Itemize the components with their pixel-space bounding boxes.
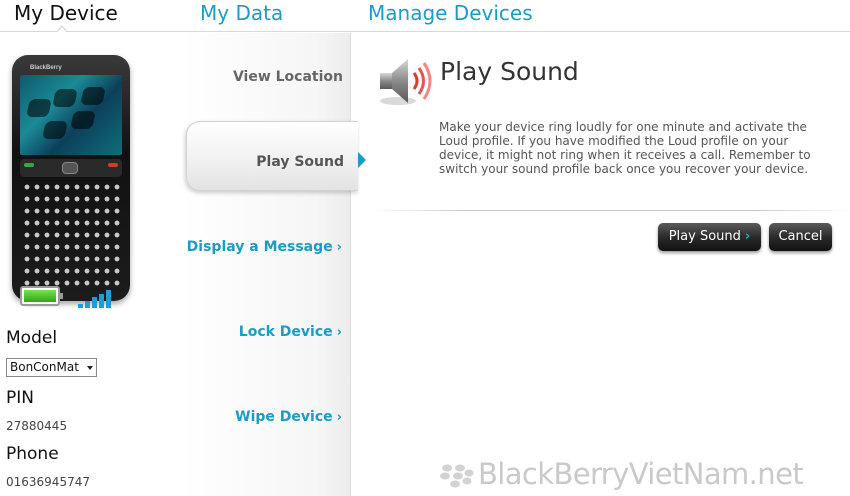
model-select-value: BonConMat (10, 360, 79, 374)
menu-display-message[interactable]: Display a Message › (187, 239, 342, 255)
keyboard (22, 181, 120, 289)
blackberry-logo-icon (440, 464, 474, 488)
play-sound-button-label: Play Sound (668, 229, 741, 244)
cancel-button[interactable]: Cancel (769, 223, 832, 251)
model-select[interactable]: BonConMat (6, 358, 97, 377)
active-tab-indicator (56, 25, 68, 33)
menu-view-location[interactable]: View Location (233, 69, 343, 85)
chevron-right-icon: › (744, 229, 751, 244)
page-title: Play Sound (440, 57, 579, 86)
device-screen (20, 75, 122, 155)
speaker-icon (380, 59, 432, 105)
signal-bar (106, 290, 111, 308)
signal-bar (78, 304, 83, 308)
menu-play-sound-label: Play Sound (256, 154, 344, 170)
model-label: Model (6, 328, 58, 348)
device-image: BlackBerry (12, 55, 130, 301)
signal-bar (92, 297, 97, 308)
menu-lock-device-label: Lock Device (238, 324, 333, 340)
tab-manage-devices[interactable]: Manage Devices (368, 0, 533, 26)
menu-play-sound[interactable]: Play Sound (186, 121, 366, 191)
menu-wipe-device[interactable]: Wipe Device › (235, 409, 342, 425)
pin-value: 27880445 (6, 419, 68, 433)
signal-bar (85, 300, 90, 308)
signal-bar (99, 293, 104, 308)
menu-view-location-label: View Location (232, 69, 343, 85)
tab-my-data[interactable]: My Data (200, 0, 283, 26)
chevron-down-icon (87, 366, 93, 370)
cancel-button-label: Cancel (778, 229, 823, 244)
signal-icon (78, 288, 118, 308)
blackberry-wordmark: BlackBerry (30, 65, 62, 71)
trackpad (62, 162, 78, 174)
tab-my-device[interactable]: My Device (14, 0, 118, 26)
phone-value: 01636945747 (6, 475, 90, 489)
play-sound-panel: Play Sound Make your device ring loudly … (352, 33, 850, 496)
play-sound-description: Make your device ring loudly for one min… (439, 120, 811, 176)
play-sound-button[interactable]: Play Sound › (658, 223, 761, 251)
chevron-right-icon: › (336, 240, 342, 255)
menu-wipe-device-label: Wipe Device (235, 409, 333, 425)
menu-display-message-label: Display a Message (186, 239, 333, 255)
device-panel: BlackBerry Model BonConMat PIN 27880445 … (0, 33, 180, 496)
pin-label: PIN (6, 388, 34, 408)
watermark: BlackBerryVietNam.net (478, 457, 804, 491)
top-navigation: My Device My Data Manage Devices (0, 0, 850, 33)
battery-icon (20, 286, 63, 306)
action-menu: View Location Play Sound Display a Messa… (180, 33, 366, 496)
divider (372, 210, 850, 211)
chevron-right-icon: › (336, 325, 342, 340)
chevron-right-icon: › (336, 410, 342, 425)
phone-label: Phone (6, 444, 59, 464)
menu-lock-device[interactable]: Lock Device › (239, 324, 342, 340)
